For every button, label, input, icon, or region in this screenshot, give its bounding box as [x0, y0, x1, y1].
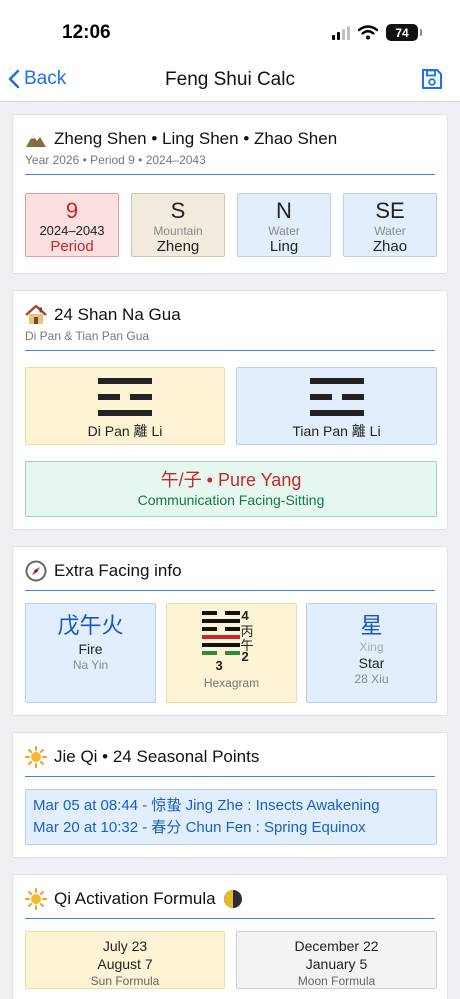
- seasonal-point-1[interactable]: Mar 05 at 08:44 - 惊蛰 Jing Zhe : Insects …: [26, 795, 436, 817]
- moon-formula-date-1: December 22: [294, 938, 379, 954]
- floppy-save-icon: [422, 69, 442, 89]
- extra-facing-card: Extra Facing info 戊午火 Fire Na Yin 4 丙 午 …: [12, 546, 448, 716]
- hexagram-figure: 4 丙 午 2 3: [201, 608, 262, 673]
- hexagram-tile[interactable]: 4 丙 午 2 3 Hexagram: [166, 603, 297, 703]
- relation-subtitle: Communication Facing-Sitting: [137, 492, 325, 508]
- card-title: 24 Shan Na Gua: [25, 303, 435, 327]
- xiu-english: Star: [358, 655, 385, 671]
- ling-name: Ling: [269, 238, 299, 255]
- sun-icon: [25, 746, 47, 768]
- battery-level: 74: [395, 25, 409, 40]
- extra-facing-title: Extra Facing info: [54, 561, 182, 580]
- na-yin-tile[interactable]: 戊午火 Fire Na Yin: [25, 603, 156, 703]
- card-title: Jie Qi • 24 Seasonal Points: [25, 745, 435, 769]
- zheng-shen-card: Zheng Shen • Ling Shen • Zhao Shen Year …: [12, 114, 448, 274]
- relation-banner[interactable]: 午/子 • Pure Yang Communication Facing-Sit…: [25, 461, 437, 517]
- card-header: 24 Shan Na Gua Di Pan & Tian Pan Gua: [25, 303, 435, 351]
- period-tile[interactable]: 9 2024–2043 Period: [25, 193, 119, 257]
- sun-formula-date-2: August 7: [97, 956, 153, 972]
- status-bar: 12:06 74: [0, 0, 460, 60]
- house-icon: [25, 305, 47, 324]
- na-yin-element: Fire: [78, 641, 103, 657]
- battery-icon: 74: [386, 24, 422, 41]
- seasonal-points-box: Mar 05 at 08:44 - 惊蛰 Jing Zhe : Insects …: [25, 789, 437, 845]
- qi-activation-card: Qi Activation Formula July 23 August 7 S…: [12, 874, 448, 999]
- moon-formula-label: Moon Formula: [297, 974, 376, 988]
- zhao-name: Zhao: [372, 238, 408, 255]
- na-yin-label: Na Yin: [72, 658, 109, 672]
- zheng-shen-subtitle: Year 2026 • Period 9 • 2024–2043: [25, 153, 206, 167]
- signal-icon: [332, 25, 350, 40]
- sun-small-icon: [25, 888, 47, 910]
- shan-na-gua-title: 24 Shan Na Gua: [54, 305, 181, 324]
- sun-formula-tile[interactable]: July 23 August 7 Sun Formula: [25, 931, 225, 989]
- zhao-direction: SE: [375, 198, 405, 223]
- zheng-name: Zheng: [156, 238, 200, 255]
- li-trigram-icon: [309, 378, 364, 416]
- tian-pan-gua-tile[interactable]: Tian Pan 離 Li: [236, 367, 437, 445]
- qi-activation-title: Qi Activation Formula: [54, 889, 216, 908]
- zhao-kind: Water: [374, 224, 406, 238]
- status-time: 12:06: [62, 22, 111, 43]
- xiu-pinyin: Xing: [359, 640, 384, 654]
- relation-title: 午/子 • Pure Yang: [160, 470, 302, 490]
- card-title: Extra Facing info: [25, 559, 435, 583]
- card-header: Zheng Shen • Ling Shen • Zhao Shen Year …: [25, 127, 435, 175]
- xiu-chinese: 星: [360, 613, 383, 638]
- tian-pan-label: Tian Pan 離 Li: [292, 423, 381, 439]
- di-pan-gua-tile[interactable]: Di Pan 離 Li: [25, 367, 225, 445]
- save-button[interactable]: [420, 67, 444, 96]
- zheng-direction: S: [170, 198, 186, 223]
- na-yin-chinese: 戊午火: [57, 613, 124, 638]
- navigation-bar: Back Feng Shui Calc: [0, 60, 460, 102]
- zhao-tile[interactable]: SE Water Zhao: [343, 193, 437, 257]
- card-header: Jie Qi • 24 Seasonal Points: [25, 745, 435, 777]
- xiu-tile[interactable]: 星 Xing Star 28 Xiu: [306, 603, 437, 703]
- status-icons: 74: [332, 24, 422, 41]
- shan-na-gua-card: 24 Shan Na Gua Di Pan & Tian Pan Gua Di …: [12, 290, 448, 530]
- shan-na-gua-subtitle: Di Pan & Tian Pan Gua: [25, 329, 150, 343]
- ling-direction: N: [276, 198, 292, 223]
- ling-kind: Water: [268, 224, 300, 238]
- card-title: Zheng Shen • Ling Shen • Zhao Shen: [25, 127, 435, 151]
- di-pan-label: Di Pan 離 Li: [87, 423, 163, 439]
- period-label: Period: [50, 238, 94, 255]
- hexagram-icon: [201, 611, 240, 655]
- jie-qi-card: Jie Qi • 24 Seasonal Points Mar 05 at 08…: [12, 732, 448, 858]
- card-header: Qi Activation Formula: [25, 887, 435, 919]
- hexagram-number-lower: 2: [241, 649, 249, 664]
- hexagram-number-bottom: 3: [215, 658, 223, 673]
- moon-formula-tile[interactable]: December 22 January 5 Moon Formula: [236, 931, 437, 989]
- period-range: 2024–2043: [39, 223, 105, 238]
- mountain-icon: [26, 135, 46, 147]
- zheng-tile[interactable]: S Mountain Zheng: [131, 193, 225, 257]
- xiu-label: 28 Xiu: [354, 672, 389, 686]
- half-moon-icon: [223, 890, 242, 908]
- sun-formula-date-1: July 23: [102, 938, 148, 954]
- jie-qi-title: Jie Qi • 24 Seasonal Points: [54, 747, 260, 766]
- card-header: Extra Facing info: [25, 559, 435, 591]
- ling-tile[interactable]: N Water Ling: [237, 193, 331, 257]
- compass-icon: [25, 560, 47, 582]
- li-trigram-icon: [98, 378, 152, 416]
- card-title: Qi Activation Formula: [25, 887, 435, 911]
- wifi-icon: [358, 25, 378, 40]
- moon-formula-date-2: January 5: [305, 956, 368, 972]
- zheng-kind: Mountain: [153, 224, 203, 238]
- hexagram-label: Hexagram: [203, 676, 260, 690]
- zheng-shen-title: Zheng Shen • Ling Shen • Zhao Shen: [54, 129, 338, 148]
- seasonal-point-2[interactable]: Mar 20 at 10:32 - 春分 Chun Fen : Spring E…: [26, 817, 436, 839]
- period-number: 9: [65, 198, 79, 223]
- page-title: Feng Shui Calc: [165, 69, 295, 90]
- sun-formula-label: Sun Formula: [90, 974, 160, 988]
